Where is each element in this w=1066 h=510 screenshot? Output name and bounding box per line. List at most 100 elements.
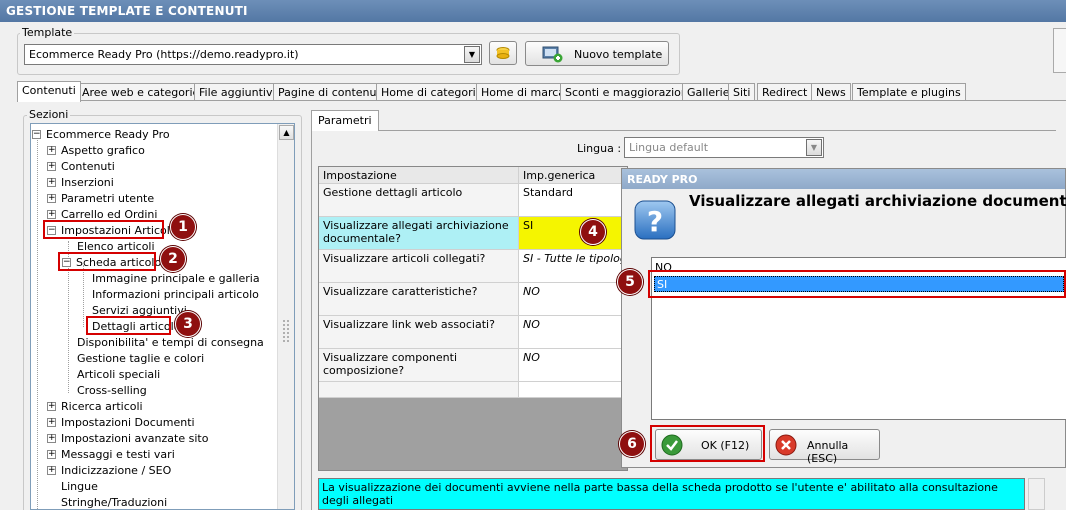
row-setting: Gestione dettagli articolo [319, 184, 519, 217]
new-template-button[interactable]: Nuovo template [525, 41, 669, 66]
tab-contenuti[interactable]: Contenuti [17, 81, 81, 102]
cancel-label: Annulla (ESC) [807, 439, 849, 465]
row-value[interactable]: NO [519, 316, 627, 349]
tab-siti[interactable]: Siti [728, 83, 756, 101]
row-setting: Visualizzare articoli collegati? [319, 250, 519, 283]
description-box: La visualizzazione dei documenti avviene… [318, 478, 1025, 510]
row-setting: Visualizzare caratteristiche? [319, 283, 519, 316]
table-row-empty[interactable] [319, 382, 627, 398]
tab-news[interactable]: News [811, 83, 851, 101]
tab-aree-web[interactable]: Aree web e categorie [77, 83, 205, 101]
row-value[interactable] [519, 382, 627, 398]
expand-icon[interactable]: + [47, 178, 56, 187]
step-marker-6: 6 [619, 431, 645, 457]
language-select[interactable]: Lingua default ▼ [624, 137, 824, 158]
tree-node-informazioni[interactable]: Informazioni principali articolo [92, 287, 259, 302]
row-value[interactable]: SI - Tutte le tipologie [519, 250, 627, 283]
tree-node-taglie-colori[interactable]: Gestione taglie e colori [77, 351, 204, 366]
description-scrollbar[interactable] [1028, 478, 1045, 510]
tree-node-contenuti[interactable]: + Contenuti [47, 159, 115, 174]
expand-icon[interactable]: + [47, 466, 56, 475]
cancel-button[interactable]: Annulla (ESC) [769, 429, 880, 465]
scroll-up-icon[interactable]: ▲ [279, 125, 294, 140]
expand-icon[interactable]: + [47, 434, 56, 443]
tree-node-articoli-speciali[interactable]: Articoli speciali [77, 367, 160, 382]
tab-pagine-contenuti[interactable]: Pagine di contenuti [273, 83, 389, 101]
table-row[interactable]: Visualizzare componenti composizione? NO [319, 349, 627, 382]
column-header-setting[interactable]: Impostazione [319, 167, 519, 184]
side-button[interactable] [1053, 28, 1066, 73]
tree-node-seo[interactable]: + Indicizzazione / SEO [47, 463, 171, 478]
tree-scrollbar[interactable]: ▲ [277, 124, 294, 509]
expand-icon[interactable]: + [47, 162, 56, 171]
chevron-down-icon[interactable]: ▼ [464, 46, 480, 63]
tree-node-documenti[interactable]: + Impostazioni Documenti [47, 415, 195, 430]
description-text: La visualizzazione dei documenti avviene… [322, 481, 998, 507]
tree-node-immagine[interactable]: Immagine principale e galleria [92, 271, 260, 286]
database-icon [496, 47, 510, 59]
tab-home-marca[interactable]: Home di marca [476, 83, 571, 101]
row-setting: Visualizzare link web associati? [319, 316, 519, 349]
expand-icon[interactable]: + [47, 194, 56, 203]
tab-template-plugins[interactable]: Template e plugins [852, 83, 966, 101]
tree-node-lingue[interactable]: Lingue [61, 479, 98, 494]
table-row[interactable]: Gestione dettagli articolo Standard [319, 184, 627, 217]
language-select-value: Lingua default [629, 141, 709, 154]
tab-file-aggiuntivi[interactable]: File aggiuntivi [194, 83, 281, 101]
row-value[interactable]: Standard [519, 184, 627, 217]
step-marker-2: 2 [160, 246, 186, 272]
table-row[interactable]: Visualizzare caratteristiche? NO [319, 283, 627, 316]
tree-node-disponibilita[interactable]: Disponibilita' e tempi di consegna [77, 335, 264, 350]
chevron-down-icon[interactable]: ▼ [806, 139, 822, 156]
step-marker-1: 1 [170, 214, 196, 240]
expand-icon[interactable]: + [47, 146, 56, 155]
highlight-scheda-articolo [58, 252, 156, 271]
dialog-question: Visualizzare allegati archiviazione docu… [689, 192, 1066, 210]
tree-node-messaggi[interactable]: + Messaggi e testi vari [47, 447, 175, 462]
new-template-label: Nuovo template [574, 48, 663, 61]
row-setting [319, 382, 519, 398]
cancel-icon [775, 434, 797, 456]
tab-parametri[interactable]: Parametri [311, 110, 379, 131]
tab-sconti[interactable]: Sconti e maggiorazioni [560, 83, 696, 101]
settings-grid: Impostazione Imp.generica Gestione detta… [318, 166, 628, 471]
tree-node-root[interactable]: − Ecommerce Ready Pro [32, 127, 170, 142]
tree-node-avanzate[interactable]: + Impostazioni avanzate sito [47, 431, 208, 446]
highlight-impostazioni-articoli [43, 220, 164, 239]
row-setting: Visualizzare allegati archiviazione docu… [319, 217, 519, 250]
tree-line [83, 265, 84, 327]
row-value[interactable]: NO [519, 349, 627, 382]
collapse-icon[interactable]: − [32, 130, 41, 139]
tree-node-parametri-utente[interactable]: + Parametri utente [47, 191, 154, 206]
tree-node-aspetto[interactable]: + Aspetto grafico [47, 143, 145, 158]
expand-icon[interactable]: + [47, 402, 56, 411]
question-icon: ? [634, 200, 676, 240]
tree-node-cross-selling[interactable]: Cross-selling [77, 383, 147, 398]
highlight-ok-button [650, 425, 765, 462]
row-value[interactable]: SI [519, 217, 627, 250]
step-marker-3: 3 [175, 311, 201, 337]
window-title: GESTIONE TEMPLATE E CONTENUTI [0, 0, 1066, 22]
step-marker-4: 4 [580, 219, 606, 245]
template-group-label: Template [20, 26, 75, 39]
expand-icon[interactable]: + [47, 210, 56, 219]
tab-gallerie[interactable]: Gallerie [682, 83, 735, 101]
open-template-button[interactable] [489, 41, 517, 65]
splitter-grip[interactable] [283, 320, 289, 342]
template-select[interactable]: Ecommerce Ready Pro (https://demo.readyp… [24, 44, 482, 65]
tab-redirect[interactable]: Redirect [757, 83, 813, 101]
table-row[interactable]: Visualizzare articoli collegati? SI - Tu… [319, 250, 627, 283]
new-template-icon [542, 46, 563, 63]
row-value[interactable]: NO [519, 283, 627, 316]
row-setting: Visualizzare componenti composizione? [319, 349, 519, 382]
confirm-dialog: READY PRO ? Visualizzare allegati archiv… [621, 168, 1066, 468]
tab-home-categoria[interactable]: Home di categoria [376, 83, 488, 101]
tree-node-ricerca[interactable]: + Ricerca articoli [47, 399, 143, 414]
svg-text:?: ? [647, 205, 663, 238]
column-header-value[interactable]: Imp.generica [519, 167, 627, 184]
tree-node-stringhe[interactable]: Stringhe/Traduzioni [61, 495, 167, 509]
tree-node-inserzioni[interactable]: + Inserzioni [47, 175, 114, 190]
table-row[interactable]: Visualizzare link web associati? NO [319, 316, 627, 349]
expand-icon[interactable]: + [47, 450, 56, 459]
expand-icon[interactable]: + [47, 418, 56, 427]
